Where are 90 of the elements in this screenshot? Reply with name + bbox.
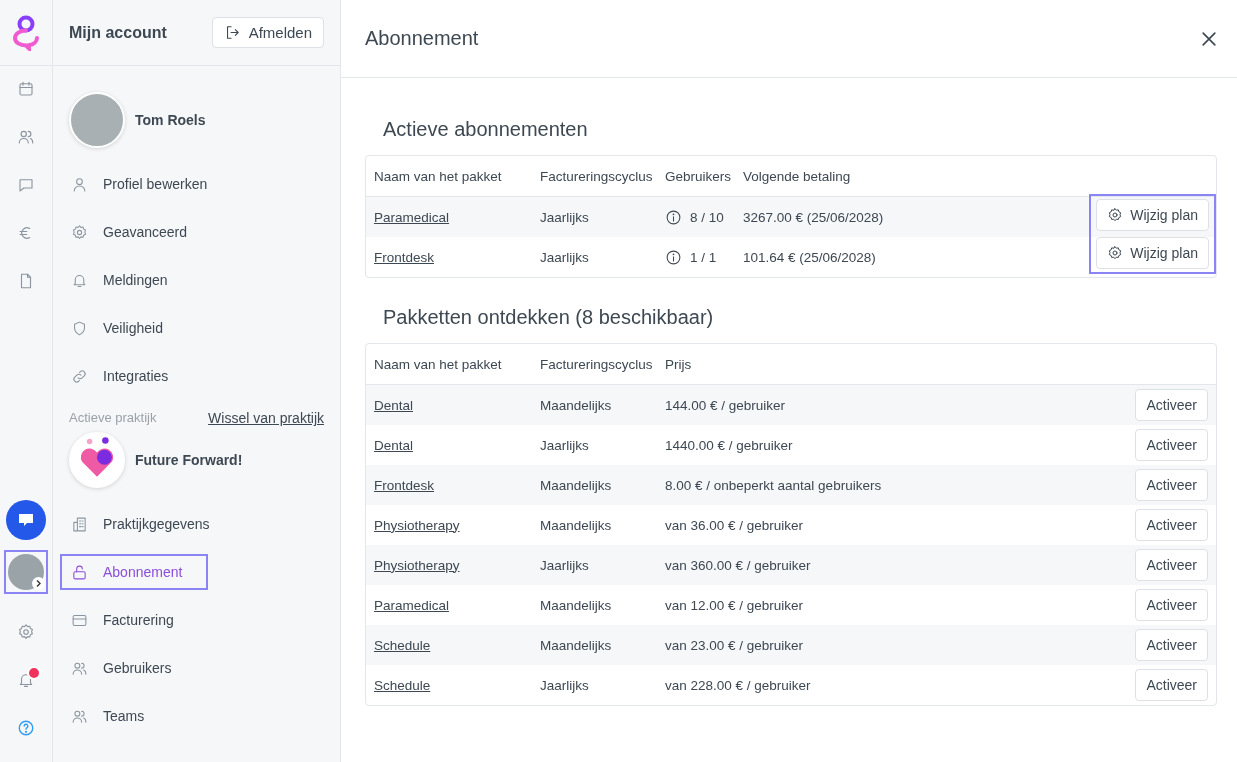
table-cell-text: van 360.00 € / gebruiker [665, 557, 812, 573]
section-title: Pakketten ontdekken (8 beschikbaar) [383, 306, 715, 329]
padlock-icon [71, 563, 88, 581]
table-cell-text: 3267.00 € (25/06/2028) [743, 209, 885, 225]
package-link[interactable]: Dental [374, 397, 414, 413]
sidebar-item[interactable]: Teams [60, 698, 208, 734]
sidebar-item[interactable]: Abonnement [60, 554, 208, 590]
table-cell: 8 / 10 [690, 209, 724, 225]
sidebar-item[interactable]: Veiligheid [60, 310, 208, 346]
sidebar-item[interactable]: Geavanceerd [60, 214, 208, 250]
table-cell-text: van 23.00 € / gebruiker [665, 637, 805, 653]
activate-button[interactable]: Activeer [1135, 509, 1208, 541]
chevron-icon [32, 577, 45, 590]
table-cell-text: van 12.00 € / gebruiker [665, 597, 805, 613]
activate-button[interactable]: Activeer [1135, 589, 1208, 621]
package-link[interactable]: Dental [374, 437, 414, 453]
table-cell-text: 1440.00 € / gebruiker [665, 437, 794, 453]
info-icon[interactable] [665, 208, 682, 226]
logo-icon [10, 14, 42, 51]
calendar-icon[interactable] [17, 80, 35, 98]
package-link[interactable]: Schedule [374, 637, 431, 653]
table-cell-text: Jaarlijks [540, 677, 590, 693]
package-link[interactable]: Frontdesk [374, 477, 435, 493]
activate-button[interactable]: Activeer [1135, 429, 1208, 461]
table-cell: 1 / 1 [690, 249, 717, 265]
table-cell-text: Maandelijks [540, 477, 613, 493]
panel-title: Abonnement [365, 27, 479, 50]
switch-practice-link[interactable]: Wissel van praktijk [208, 410, 324, 426]
activate-button[interactable]: Activeer [1135, 629, 1208, 661]
practice-name: Future Forward! [135, 452, 243, 468]
package-link[interactable]: Schedule [374, 677, 431, 693]
heart-logo-icon [69, 432, 125, 488]
package-link[interactable]: Paramedical [374, 209, 450, 225]
support-chat-button[interactable] [6, 500, 46, 540]
table-cell-text: Jaarlijks [540, 437, 590, 453]
building-icon [71, 515, 88, 533]
bell-icon[interactable] [17, 671, 35, 689]
table-cell-text: Maandelijks [540, 597, 613, 613]
table-cell-text: van 228.00 € / gebruiker [665, 677, 812, 693]
user-icon [71, 175, 88, 193]
table-cell-text: Maandelijks [540, 637, 613, 653]
table-cell-text: Jaarlijks [540, 209, 590, 225]
column-header: Gebruikers [665, 168, 733, 184]
table-cell-text: Jaarlijks [540, 557, 590, 573]
table-cell-text: van 36.00 € / gebruiker [665, 517, 805, 533]
sidebar-item[interactable]: Facturering [60, 602, 208, 638]
shield-icon [71, 319, 88, 337]
table-cell-text: Maandelijks [540, 397, 613, 413]
info-icon[interactable] [665, 248, 682, 266]
column-header: Prijs [665, 356, 693, 372]
column-header: Naam van het pakket [374, 168, 503, 184]
user-name: Tom Roels [135, 112, 206, 128]
change-plan-button[interactable]: Wijzig plan [1096, 237, 1209, 269]
gear-icon [1107, 245, 1124, 261]
sidebar-item[interactable]: Profiel bewerken [60, 166, 219, 202]
table-cell-text: 8.00 € / onbeperkt aantal gebruikers [665, 477, 883, 493]
settings-icon [71, 223, 88, 241]
package-link[interactable]: Paramedical [374, 597, 450, 613]
sidebar-item[interactable]: Praktijkgegevens [60, 506, 221, 542]
column-header: Factureringscyclus [540, 356, 654, 372]
chat-icon[interactable] [17, 176, 35, 194]
sidebar-title: Mijn account [69, 23, 167, 42]
table-cell-text: Maandelijks [540, 517, 613, 533]
column-header: Naam van het pakket [374, 356, 503, 372]
table-cell-text: 101.64 € (25/06/2028) [743, 249, 877, 265]
section-title: Actieve abonnementen [383, 118, 589, 141]
profile-avatar-button[interactable] [4, 550, 48, 594]
column-header: Volgende betaling [743, 168, 852, 184]
column-header: Factureringscyclus [540, 168, 654, 184]
activate-button[interactable]: Activeer [1135, 389, 1208, 421]
section-label: Actieve praktijk [69, 410, 157, 426]
users-icon[interactable] [17, 128, 35, 146]
activate-button[interactable]: Activeer [1135, 669, 1208, 701]
activate-button[interactable]: Activeer [1135, 469, 1208, 501]
sidebar-item[interactable]: Gebruikers [60, 650, 208, 686]
table-cell-text: Jaarlijks [540, 249, 590, 265]
link-icon [71, 367, 88, 385]
logout-button[interactable]: Afmelden [211, 17, 324, 48]
gear-icon [1107, 207, 1124, 223]
package-link[interactable]: Physiotherapy [374, 517, 460, 533]
help-icon[interactable] [17, 719, 35, 737]
package-link[interactable]: Physiotherapy [374, 557, 460, 573]
table-cell-text: 144.00 € / gebruiker [665, 397, 787, 413]
activate-button[interactable]: Activeer [1135, 549, 1208, 581]
avatar-placeholder [69, 92, 125, 148]
settings-icon[interactable] [17, 623, 35, 641]
sidebar-item[interactable]: Integraties [60, 358, 208, 394]
change-plan-button[interactable]: Wijzig plan [1096, 199, 1209, 231]
package-link[interactable]: Frontdesk [374, 249, 435, 265]
sidebar-item[interactable]: Meldingen [60, 262, 208, 298]
